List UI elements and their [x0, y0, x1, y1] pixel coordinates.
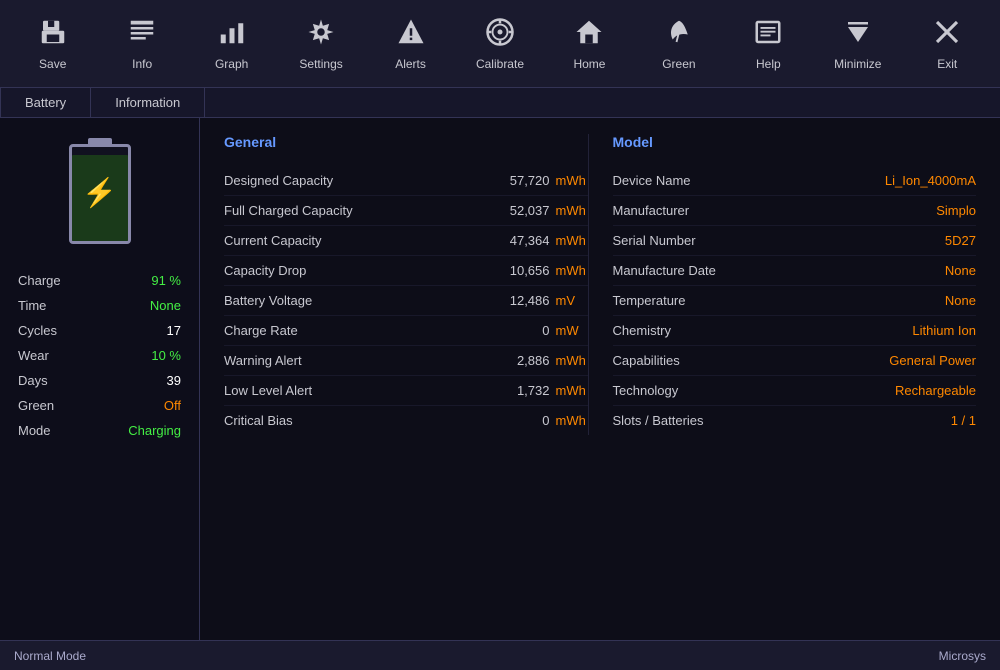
info-label: Info [132, 57, 152, 71]
status-right: Microsys [939, 649, 986, 663]
info-row: Slots / Batteries 1 / 1 [613, 406, 977, 435]
exit-icon [932, 17, 962, 51]
stat-cycles: Cycles 17 [0, 318, 199, 343]
help-icon [753, 17, 783, 51]
alerts-button[interactable]: Alerts [366, 4, 455, 84]
graph-label: Graph [215, 57, 248, 71]
home-label: Home [573, 57, 605, 71]
alerts-label: Alerts [395, 57, 426, 71]
info-row: Manufacture Date None [613, 256, 977, 286]
info-row: Chemistry Lithium Ion [613, 316, 977, 346]
info-row: Designed Capacity 57,720 mWh [224, 166, 588, 196]
nav-information[interactable]: Information [91, 88, 205, 117]
minimize-icon [843, 17, 873, 51]
home-button[interactable]: Home [545, 4, 634, 84]
green-icon [664, 17, 694, 51]
info-row: Full Charged Capacity 52,037 mWh [224, 196, 588, 226]
info-row: Capacity Drop 10,656 mWh [224, 256, 588, 286]
info-row: Capabilities General Power [613, 346, 977, 376]
calibrate-label: Calibrate [476, 57, 524, 71]
toolbar: Save Info Graph [0, 0, 1000, 88]
info-columns: General Designed Capacity 57,720 mWh Ful… [224, 134, 976, 435]
save-label: Save [39, 57, 66, 71]
info-row: Temperature None [613, 286, 977, 316]
info-button[interactable]: Info [97, 4, 186, 84]
info-row: Manufacturer Simplo [613, 196, 977, 226]
info-row: Technology Rechargeable [613, 376, 977, 406]
nav-battery[interactable]: Battery [0, 88, 91, 117]
settings-label: Settings [299, 57, 342, 71]
help-label: Help [756, 57, 781, 71]
general-column: General Designed Capacity 57,720 mWh Ful… [224, 134, 588, 435]
settings-icon [306, 17, 336, 51]
calibrate-button[interactable]: Calibrate [455, 4, 544, 84]
info-row: Warning Alert 2,886 mWh [224, 346, 588, 376]
info-row: Device Name Li_Ion_4000mA [613, 166, 977, 196]
save-icon [38, 17, 68, 51]
calibrate-icon [485, 17, 515, 51]
status-bar: Normal Mode Microsys [0, 640, 1000, 670]
minimize-button[interactable]: Minimize [813, 4, 902, 84]
left-panel: ⚡ Charge 91 % Time None Cycles 17 Wear 1… [0, 118, 200, 640]
stat-charge: Charge 91 % [0, 268, 199, 293]
model-column: Model Device Name Li_Ion_4000mA Manufact… [588, 134, 977, 435]
battery-icon: ⚡ [65, 138, 135, 248]
stat-mode: Mode Charging [0, 418, 199, 443]
save-button[interactable]: Save [8, 4, 97, 84]
info-row: Low Level Alert 1,732 mWh [224, 376, 588, 406]
stat-days: Days 39 [0, 368, 199, 393]
right-panel: General Designed Capacity 57,720 mWh Ful… [200, 118, 1000, 640]
info-row: Critical Bias 0 mWh [224, 406, 588, 435]
green-button[interactable]: Green [634, 4, 723, 84]
alerts-icon [396, 17, 426, 51]
model-title: Model [613, 134, 977, 152]
info-row: Charge Rate 0 mW [224, 316, 588, 346]
green-label: Green [662, 57, 695, 71]
exit-label: Exit [937, 57, 957, 71]
status-left: Normal Mode [14, 649, 86, 663]
info-row: Battery Voltage 12,486 mV [224, 286, 588, 316]
stat-wear: Wear 10 % [0, 343, 199, 368]
info-row: Current Capacity 47,364 mWh [224, 226, 588, 256]
info-row: Serial Number 5D27 [613, 226, 977, 256]
general-title: General [224, 134, 588, 152]
main-content: ⚡ Charge 91 % Time None Cycles 17 Wear 1… [0, 118, 1000, 640]
nav-bar: Battery Information [0, 88, 1000, 118]
graph-icon [217, 17, 247, 51]
stat-green: Green Off [0, 393, 199, 418]
graph-button[interactable]: Graph [187, 4, 276, 84]
minimize-label: Minimize [834, 57, 881, 71]
stat-time: Time None [0, 293, 199, 318]
exit-button[interactable]: Exit [903, 4, 992, 84]
settings-button[interactable]: Settings [276, 4, 365, 84]
home-icon [574, 17, 604, 51]
info-icon [127, 17, 157, 51]
help-button[interactable]: Help [724, 4, 813, 84]
